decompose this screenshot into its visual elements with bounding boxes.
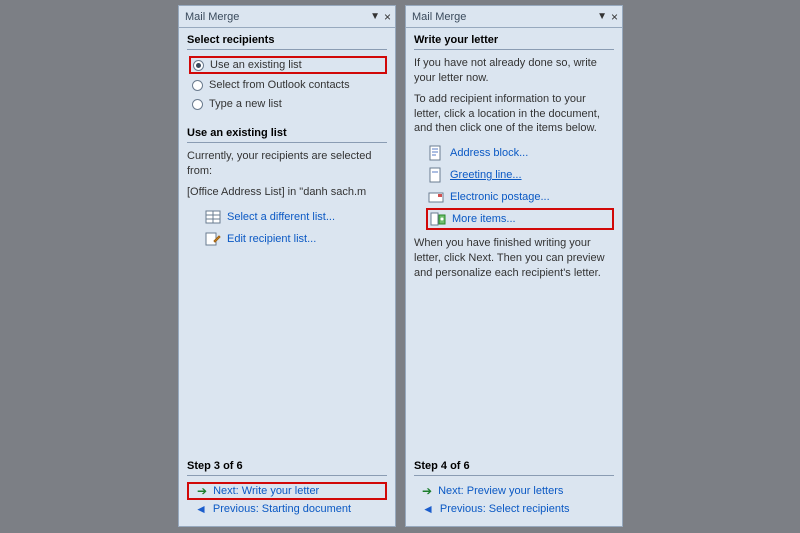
radio-button-icon (192, 80, 203, 91)
write-letter-text1: If you have not already done so, write y… (414, 56, 614, 86)
section-header-recipients: Select recipients (187, 34, 387, 50)
link-label: Greeting line... (450, 169, 522, 181)
arrow-left-icon: ◄ (195, 503, 207, 515)
prev-label: Previous: Select recipients (440, 503, 570, 515)
electronic-postage-link[interactable]: Electronic postage... (426, 186, 614, 208)
pane-title: Mail Merge (412, 11, 466, 23)
titlebar-controls: ▼ × (597, 10, 618, 24)
link-label: Address block... (450, 147, 528, 159)
pane-body: Select recipients Use an existing list S… (179, 28, 395, 450)
pane-title: Mail Merge (185, 11, 239, 23)
previous-step-link[interactable]: ◄ Previous: Select recipients (414, 500, 614, 518)
step-indicator: Step 4 of 6 (414, 460, 614, 476)
close-icon[interactable]: × (611, 10, 618, 24)
next-label: Next: Preview your letters (438, 485, 563, 497)
mail-merge-pane-step3: Mail Merge ▼ × Select recipients Use an … (178, 5, 396, 527)
titlebar-controls: ▼ × (370, 10, 391, 24)
titlebar: Mail Merge ▼ × (406, 6, 622, 28)
next-label: Next: Write your letter (213, 485, 319, 497)
address-icon (428, 145, 444, 161)
radio-button-icon (193, 60, 204, 71)
link-label: Electronic postage... (450, 191, 550, 203)
insert-items-list: Address block... Greeting line... Electr… (414, 142, 614, 230)
radio-new-list[interactable]: Type a new list (189, 96, 387, 112)
more-icon (430, 211, 446, 227)
edit-recipient-list-link[interactable]: Edit recipient list... (187, 228, 387, 250)
greeting-icon (428, 167, 444, 183)
select-different-list-link[interactable]: Select a different list... (187, 206, 387, 228)
radio-existing-list[interactable]: Use an existing list (189, 56, 387, 74)
pane-footer: Step 3 of 6 ➔ Next: Write your letter ◄ … (179, 450, 395, 526)
radio-label: Type a new list (209, 98, 282, 110)
arrow-left-icon: ◄ (422, 503, 434, 515)
postage-icon (428, 189, 444, 205)
step-indicator: Step 3 of 6 (187, 460, 387, 476)
link-label: More items... (452, 213, 516, 225)
link-label: Select a different list... (227, 211, 335, 223)
pane-body: Write your letter If you have not alread… (406, 28, 622, 450)
next-step-link[interactable]: ➔ Next: Write your letter (187, 482, 387, 500)
address-block-link[interactable]: Address block... (426, 142, 614, 164)
radio-label: Use an existing list (210, 59, 302, 71)
radio-button-icon (192, 99, 203, 110)
next-step-link[interactable]: ➔ Next: Preview your letters (414, 482, 614, 500)
info-recipients-file: [Office Address List] in "danh sach.m (187, 185, 387, 200)
more-items-link[interactable]: More items... (426, 208, 614, 230)
section-header-existing-list: Use an existing list (187, 127, 387, 143)
link-label: Edit recipient list... (227, 233, 316, 245)
edit-icon (205, 231, 221, 247)
titlebar: Mail Merge ▼ × (179, 6, 395, 28)
radio-outlook-contacts[interactable]: Select from Outlook contacts (189, 77, 387, 93)
write-letter-text3: When you have finished writing your lett… (414, 236, 614, 281)
mail-merge-pane-step4: Mail Merge ▼ × Write your letter If you … (405, 5, 623, 527)
info-recipients-source: Currently, your recipients are selected … (187, 149, 387, 179)
greeting-line-link[interactable]: Greeting line... (426, 164, 614, 186)
prev-label: Previous: Starting document (213, 503, 351, 515)
recipients-radio-group: Use an existing list Select from Outlook… (187, 56, 387, 115)
table-icon (205, 209, 221, 225)
close-icon[interactable]: × (384, 10, 391, 24)
previous-step-link[interactable]: ◄ Previous: Starting document (187, 500, 387, 518)
dropdown-icon[interactable]: ▼ (597, 11, 607, 22)
write-letter-text2: To add recipient information to your let… (414, 92, 614, 137)
radio-label: Select from Outlook contacts (209, 79, 350, 91)
pane-footer: Step 4 of 6 ➔ Next: Preview your letters… (406, 450, 622, 526)
arrow-right-icon: ➔ (422, 485, 432, 497)
arrow-right-icon: ➔ (197, 485, 207, 497)
section-header-write-letter: Write your letter (414, 34, 614, 50)
dropdown-icon[interactable]: ▼ (370, 11, 380, 22)
